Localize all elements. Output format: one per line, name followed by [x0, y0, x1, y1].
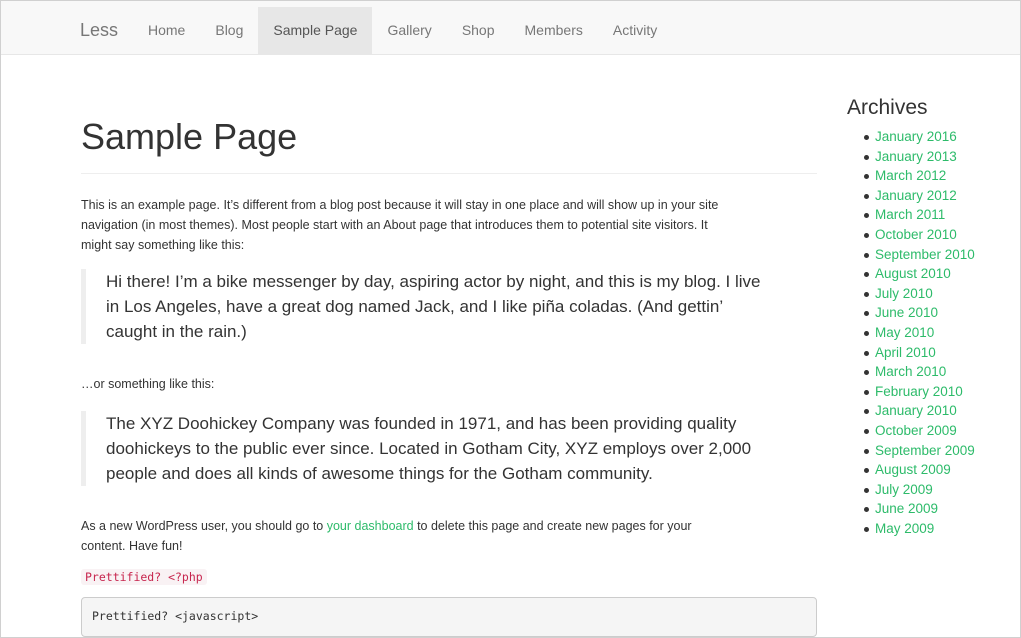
nav-item-home[interactable]: Home	[133, 7, 200, 55]
outro-paragraph: As a new WordPress user, you should go t…	[81, 516, 692, 556]
archive-item: October 2009	[864, 421, 1017, 441]
archive-link-october-2010[interactable]: October 2010	[875, 227, 957, 242]
page-title: Sample Page	[81, 116, 298, 157]
archive-item: June 2009	[864, 499, 1017, 519]
nav-item-shop[interactable]: Shop	[447, 7, 510, 55]
archive-link-july-2009[interactable]: July 2009	[875, 482, 933, 497]
archive-link-september-2009[interactable]: September 2009	[875, 443, 975, 458]
archive-item: August 2009	[864, 460, 1017, 480]
quote1-line-1: Hi there! I’m a bike messenger by day, a…	[106, 272, 761, 291]
archive-item: January 2012	[864, 186, 1017, 206]
archive-link-october-2009[interactable]: October 2009	[875, 423, 957, 438]
archive-item: March 2010	[864, 362, 1017, 382]
outro-text-before: As a new WordPress user, you should go t…	[81, 519, 327, 533]
main-nav: Home Blog Sample Page Gallery Shop Membe…	[133, 7, 672, 55]
archive-link-june-2010[interactable]: June 2010	[875, 305, 938, 320]
archive-link-march-2010[interactable]: March 2010	[875, 364, 946, 379]
outro-line-2: content. Have fun!	[81, 539, 183, 553]
archive-link-august-2009[interactable]: August 2009	[875, 462, 951, 477]
outro-text-after: to delete this page and create new pages…	[413, 519, 692, 533]
archive-link-march-2011[interactable]: March 2011	[875, 207, 945, 222]
archive-item: May 2010	[864, 323, 1017, 343]
archive-item: January 2010	[864, 401, 1017, 421]
intro-line-3: might say something like this:	[81, 238, 245, 252]
or-something-text: …or something like this:	[81, 377, 215, 391]
archive-item: April 2010	[864, 343, 1017, 363]
archive-item: February 2010	[864, 382, 1017, 402]
nav-item-activity[interactable]: Activity	[598, 7, 672, 55]
blockquote-xyz-company: The XYZ Doohickey Company was founded in…	[81, 411, 751, 486]
nav-item-members[interactable]: Members	[510, 7, 598, 55]
quote2-line-2: doohickeys to the public ever since. Loc…	[106, 439, 752, 458]
archive-link-january-2012[interactable]: January 2012	[875, 188, 957, 203]
nav-item-gallery[interactable]: Gallery	[372, 7, 446, 55]
archive-link-july-2010[interactable]: July 2010	[875, 286, 933, 301]
archive-item: September 2010	[864, 245, 1017, 265]
quote2-line-1: The XYZ Doohickey Company was founded in…	[106, 414, 737, 433]
blockquote-bike-messenger: Hi there! I’m a bike messenger by day, a…	[81, 269, 760, 344]
archive-item: May 2009	[864, 519, 1017, 539]
nav-item-sample-page[interactable]: Sample Page	[258, 7, 373, 55]
dashboard-link[interactable]: your dashboard	[327, 519, 414, 533]
archive-item: March 2011	[864, 205, 1017, 225]
intro-line-2: navigation (in most themes). Most people…	[81, 218, 708, 232]
archive-item: July 2010	[864, 284, 1017, 304]
archives-list: January 2016 January 2013 March 2012 Jan…	[847, 127, 1017, 538]
archive-link-february-2010[interactable]: February 2010	[875, 384, 963, 399]
code-block: Prettified? <javascript>	[81, 597, 817, 637]
sidebar: Archives January 2016 January 2013 March…	[847, 95, 1017, 538]
archive-link-march-2012[interactable]: March 2012	[875, 168, 946, 183]
archive-item: March 2012	[864, 166, 1017, 186]
archive-link-april-2010[interactable]: April 2010	[875, 345, 936, 360]
intro-paragraph: This is an example page. It’s different …	[81, 195, 718, 255]
archive-link-august-2010[interactable]: August 2010	[875, 266, 951, 281]
archive-item: July 2009	[864, 480, 1017, 500]
nav-item-blog[interactable]: Blog	[200, 7, 258, 55]
quote1-line-3: caught in the rain.)	[106, 322, 247, 341]
top-navbar: Less Home Blog Sample Page Gallery Shop …	[1, 1, 1020, 55]
archive-link-september-2010[interactable]: September 2010	[875, 247, 975, 262]
archives-heading: Archives	[847, 96, 928, 119]
archive-item: June 2010	[864, 303, 1017, 323]
archive-link-january-2010[interactable]: January 2010	[875, 403, 957, 418]
archive-item: August 2010	[864, 264, 1017, 284]
archive-link-january-2016[interactable]: January 2016	[875, 129, 957, 144]
quote2-line-3: people and does all kinds of awesome thi…	[106, 464, 653, 483]
inline-code-snippet: Prettified? <?php	[81, 569, 207, 585]
archive-item: September 2009	[864, 441, 1017, 461]
archive-link-june-2009[interactable]: June 2009	[875, 501, 938, 516]
intro-line-1: This is an example page. It’s different …	[81, 198, 719, 212]
archive-link-january-2013[interactable]: January 2013	[875, 149, 957, 164]
site-brand-link[interactable]: Less	[80, 20, 118, 41]
title-divider	[81, 173, 817, 174]
archive-link-may-2009[interactable]: May 2009	[875, 521, 934, 536]
archive-item: January 2013	[864, 147, 1017, 167]
archive-item: October 2010	[864, 225, 1017, 245]
archive-item: January 2016	[864, 127, 1017, 147]
quote1-line-2: in Los Angeles, have a great dog named J…	[106, 297, 724, 316]
archive-link-may-2010[interactable]: May 2010	[875, 325, 934, 340]
